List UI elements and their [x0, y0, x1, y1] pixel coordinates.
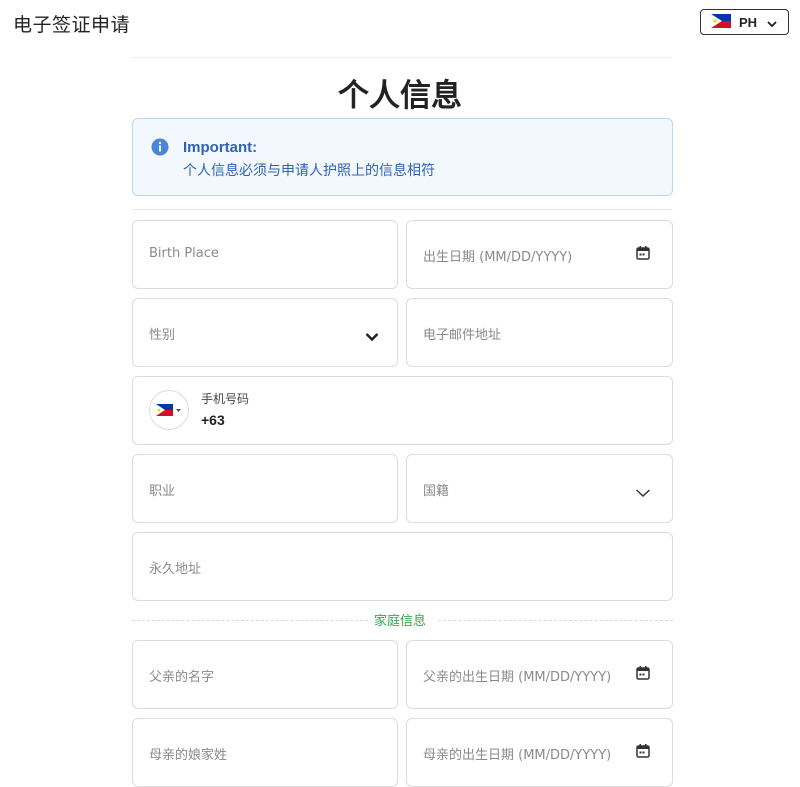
calendar-icon[interactable]: [636, 743, 650, 762]
phone-country-selector[interactable]: [149, 390, 189, 430]
phone-country-code: +63: [201, 412, 225, 428]
nationality-placeholder: 国籍: [423, 484, 450, 499]
chevron-down-icon: [365, 327, 379, 346]
mother-maiden-name-placeholder: 母亲的娘家姓: [149, 748, 228, 763]
father-name-field[interactable]: 父亲的名字: [132, 640, 398, 709]
email-field[interactable]: 电子邮件地址: [406, 298, 673, 367]
notice-title: Important:: [183, 139, 258, 156]
father-birth-date-placeholder: 父亲的出生日期 (MM/DD/YYYY): [423, 670, 612, 685]
family-section-heading: 家庭信息: [0, 610, 800, 629]
permanent-address-field[interactable]: 永久地址: [132, 532, 673, 601]
father-name-placeholder: 父亲的名字: [149, 670, 215, 685]
important-notice: Important: 个人信息必须与申请人护照上的信息相符: [132, 118, 673, 196]
language-code: PH: [739, 14, 758, 30]
birth-place-placeholder: Birth Place: [149, 246, 219, 261]
mother-maiden-name-field[interactable]: 母亲的娘家姓: [132, 718, 398, 787]
birth-date-field[interactable]: 出生日期 (MM/DD/YYYY): [406, 220, 673, 289]
birth-date-placeholder: 出生日期 (MM/DD/YYYY): [423, 250, 573, 265]
gender-select[interactable]: 性别: [132, 298, 398, 367]
permanent-address-placeholder: 永久地址: [149, 562, 202, 577]
email-placeholder: 电子邮件地址: [423, 328, 502, 343]
birth-place-field[interactable]: Birth Place: [132, 220, 398, 289]
chevron-down-icon: [635, 483, 651, 502]
nationality-select[interactable]: 国籍: [406, 454, 673, 523]
calendar-icon[interactable]: [636, 665, 650, 684]
notice-message: 个人信息必须与申请人护照上的信息相符: [183, 163, 435, 179]
phone-label: 手机号码: [201, 392, 250, 406]
chevron-down-icon: [767, 13, 777, 32]
occupation-placeholder: 职业: [149, 484, 176, 499]
container-top-border: [132, 57, 672, 59]
divider: [132, 209, 672, 210]
language-selector-button[interactable]: PH: [700, 9, 789, 35]
gender-placeholder: 性别: [149, 328, 176, 343]
page-title: 个人信息: [338, 78, 462, 114]
calendar-icon[interactable]: [636, 245, 650, 264]
mother-birth-date-placeholder: 母亲的出生日期 (MM/DD/YYYY): [423, 748, 612, 763]
occupation-field[interactable]: 职业: [132, 454, 398, 523]
philippines-flag-icon: [711, 13, 731, 32]
phone-field[interactable]: 手机号码 +63: [132, 376, 673, 445]
father-birth-date-field[interactable]: 父亲的出生日期 (MM/DD/YYYY): [406, 640, 673, 709]
mother-birth-date-field[interactable]: 母亲的出生日期 (MM/DD/YYYY): [406, 718, 673, 787]
app-title: 电子签证申请: [13, 14, 131, 36]
info-icon: [151, 138, 169, 160]
family-section-label: 家庭信息: [367, 614, 432, 629]
